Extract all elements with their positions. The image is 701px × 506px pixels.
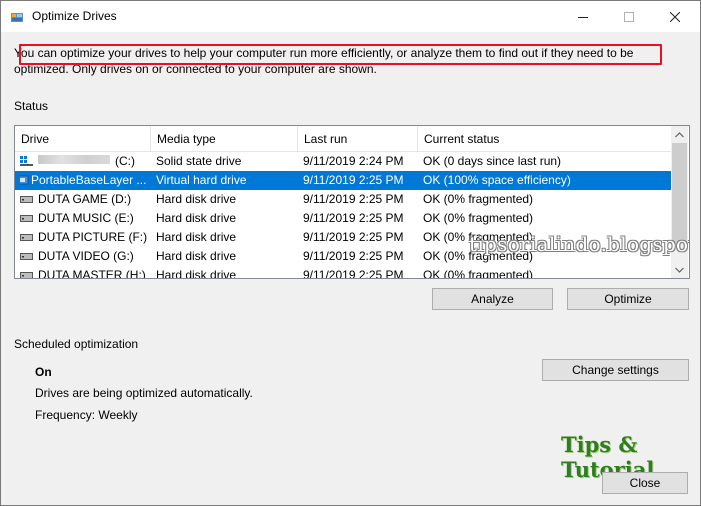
drive-cell: DUTA VIDEO (G:) [20, 247, 151, 266]
schedule-frequency: Frequency: Weekly [35, 408, 138, 422]
windows-drive-icon [20, 153, 33, 166]
drive-name: DUTA MASTER (H:) [38, 268, 146, 279]
media-type-cell: Solid state drive [156, 154, 242, 168]
drive-name: DUTA PICTURE (F:) [38, 230, 148, 244]
media-type-cell: Hard disk drive [156, 249, 237, 263]
optimize-button[interactable]: Optimize [567, 288, 689, 310]
drives-list[interactable]: Drive Media type Last run Current status… [14, 125, 690, 279]
hard-drive-icon [20, 191, 33, 203]
minimize-button[interactable] [560, 1, 606, 32]
current-status-cell: OK (0% fragmented) [423, 268, 534, 279]
hard-drive-icon [20, 267, 33, 278]
analyze-button[interactable]: Analyze [432, 288, 553, 310]
virtual-drive-icon [20, 172, 29, 185]
close-icon [670, 11, 680, 22]
defrag-app-icon [10, 10, 24, 24]
change-settings-button[interactable]: Change settings [542, 359, 689, 381]
title-bar[interactable]: Optimize Drives [1, 1, 700, 32]
column-header-media-type[interactable]: Media type [151, 126, 298, 151]
drive-row-selected[interactable]: PortableBaseLayer ... Virtual hard drive… [15, 171, 671, 190]
column-header-drive[interactable]: Drive [15, 126, 151, 151]
chevron-down-icon [675, 267, 684, 273]
last-run-cell: 9/11/2019 2:25 PM [303, 230, 404, 244]
last-run-cell: 9/11/2019 2:25 PM [303, 192, 404, 206]
drive-cell: DUTA MUSIC (E:) [20, 209, 151, 228]
close-button[interactable]: Close [602, 472, 688, 494]
last-run-cell: 9/11/2019 2:25 PM [303, 249, 404, 263]
drive-row[interactable]: DUTA GAME (D:) Hard disk drive 9/11/2019… [15, 190, 671, 209]
media-type-cell: Hard disk drive [156, 192, 237, 206]
drive-rows: (C:) Solid state drive 9/11/2019 2:24 PM… [15, 152, 671, 279]
media-type-cell: Hard disk drive [156, 268, 237, 279]
drive-name: DUTA VIDEO (G:) [38, 249, 134, 263]
last-run-cell: 9/11/2019 2:24 PM [303, 154, 404, 168]
drive-row[interactable]: DUTA MASTER (H:) Hard disk drive 9/11/20… [15, 266, 671, 279]
drive-name: (C:) [115, 154, 135, 168]
column-header-current-status[interactable]: Current status [418, 126, 671, 151]
drive-cell: DUTA GAME (D:) [20, 190, 151, 209]
media-type-cell: Hard disk drive [156, 211, 237, 225]
status-label: Status [14, 99, 49, 113]
scroll-thumb[interactable] [672, 143, 687, 243]
drive-row[interactable]: DUTA MUSIC (E:) Hard disk drive 9/11/201… [15, 209, 671, 228]
schedule-message: Drives are being optimized automatically… [35, 386, 253, 400]
drive-cell: (C:) [20, 152, 151, 171]
list-header: Drive Media type Last run Current status [15, 126, 671, 152]
current-status-cell: OK (0 days since last run) [423, 154, 562, 168]
schedule-state: On [35, 365, 52, 379]
maximize-icon [624, 11, 634, 22]
maximize-button [606, 1, 652, 32]
drive-cell: PortableBaseLayer ... [20, 171, 151, 190]
drive-name: PortableBaseLayer ... [31, 173, 147, 187]
last-run-cell: 9/11/2019 2:25 PM [303, 268, 404, 279]
drive-name: DUTA GAME (D:) [38, 192, 132, 206]
current-status-cell: OK (0% fragmented) [423, 211, 534, 225]
drive-name: DUTA MUSIC (E:) [38, 211, 134, 225]
minimize-icon [578, 16, 588, 18]
window-title: Optimize Drives [32, 9, 117, 23]
drive-cell: DUTA PICTURE (F:) [20, 228, 151, 247]
media-type-cell: Virtual hard drive [156, 173, 247, 187]
optimize-drives-window: Optimize Drives You can optimize your dr… [0, 0, 701, 506]
blurred-drive-label [38, 155, 110, 164]
hard-drive-icon [20, 248, 33, 260]
close-window-button[interactable] [652, 1, 698, 32]
chevron-up-icon [675, 131, 684, 137]
media-type-cell: Hard disk drive [156, 230, 237, 244]
column-header-last-run[interactable]: Last run [298, 126, 418, 151]
drive-cell: DUTA MASTER (H:) [20, 266, 151, 279]
last-run-cell: 9/11/2019 2:25 PM [303, 211, 404, 225]
current-status-cell: OK (0% fragmented) [423, 192, 534, 206]
drive-row[interactable]: (C:) Solid state drive 9/11/2019 2:24 PM… [15, 152, 671, 171]
hard-drive-icon [20, 210, 33, 222]
current-status-cell: OK (100% space efficiency) [423, 173, 571, 187]
watermark-text: tipsorialindo.blogspot.com [469, 232, 689, 256]
description-text: You can optimize your drives to help you… [14, 46, 634, 76]
scroll-up-button[interactable] [671, 126, 688, 143]
last-run-cell: 9/11/2019 2:25 PM [303, 173, 404, 187]
scheduled-optimization-label: Scheduled optimization [14, 337, 139, 351]
scroll-down-button[interactable] [671, 261, 688, 278]
hard-drive-icon [20, 229, 33, 241]
